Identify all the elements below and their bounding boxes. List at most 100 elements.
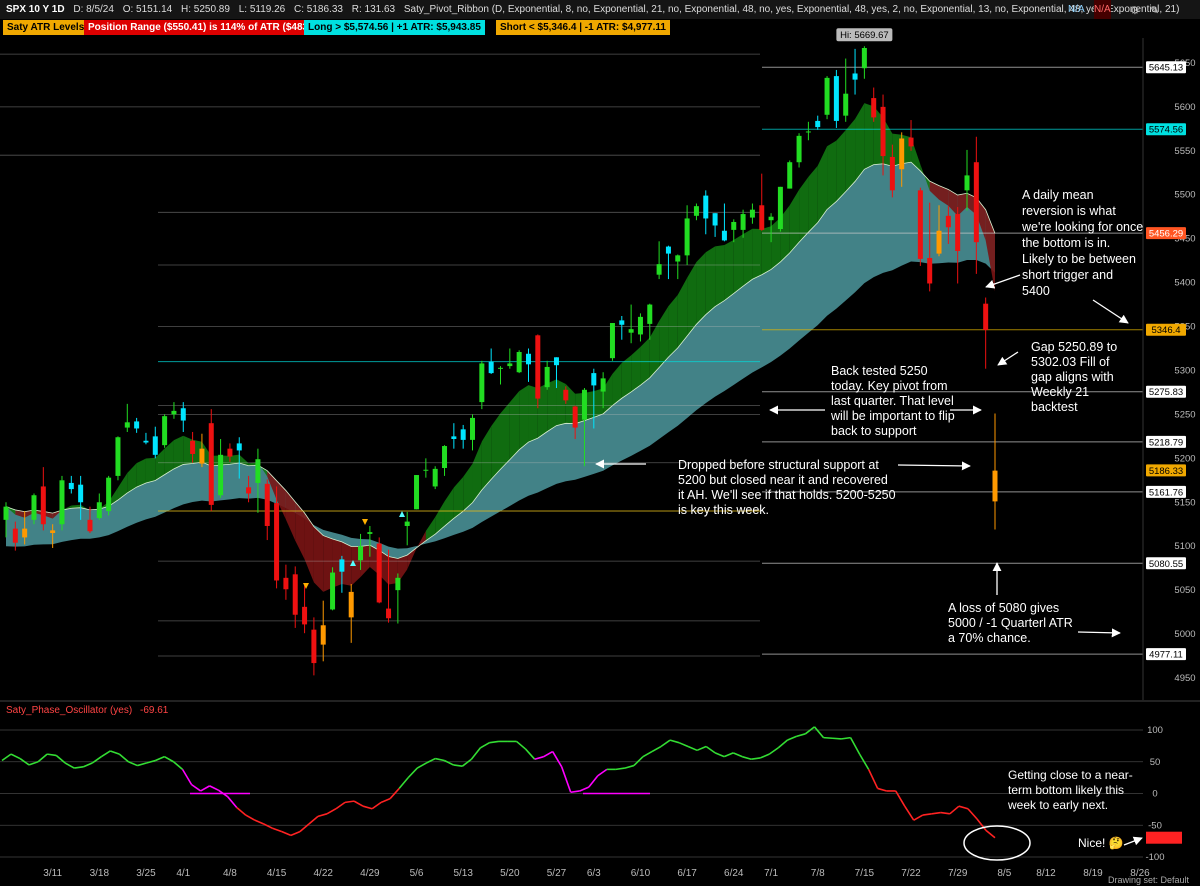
candle-body	[190, 440, 196, 454]
osc-line-segment	[904, 805, 915, 821]
arrow-support-right	[897, 461, 971, 471]
candle-body	[871, 98, 877, 118]
date-tick-label: 4/15	[267, 868, 287, 879]
ribbon-fast-segment	[696, 252, 706, 325]
signal-arrow-down-icon	[362, 519, 368, 525]
date-tick-label: 6/10	[631, 868, 651, 879]
date-tick-label: 8/5	[997, 868, 1011, 879]
candle-body	[973, 162, 979, 243]
osc-tick-label: 0	[1152, 789, 1157, 800]
ribbon-fast-segment	[556, 379, 566, 426]
osc-line-segment	[823, 736, 833, 740]
osc-line-segment	[164, 755, 174, 763]
ribbon-fast-segment	[173, 435, 184, 469]
ribbon-fast-segment	[491, 413, 501, 480]
date-tick-label: 4/22	[313, 868, 333, 879]
osc-line-segment	[687, 745, 698, 752]
arrow-to-gap-fill	[997, 351, 1019, 366]
candle-body	[330, 572, 336, 610]
candle-body	[348, 591, 354, 618]
price-level-tag-label: 5161.76	[1149, 487, 1183, 498]
loss-5080-note: A loss of 5080 gives 5000 / -1 Quarterl …	[948, 601, 1073, 645]
oscillator-title[interactable]: Saty_Phase_Oscillator (yes)	[6, 705, 132, 716]
candle-body	[805, 131, 811, 133]
osc-line-segment	[362, 805, 373, 810]
candle-body	[591, 373, 597, 386]
candle-body	[498, 367, 503, 369]
osc-line-segment	[272, 827, 283, 833]
price-level-tag-label: 5275.83	[1149, 387, 1183, 398]
osc-line-segment	[633, 756, 644, 767]
candle-body	[274, 503, 280, 581]
ribbon-fast-segment	[668, 294, 678, 358]
candle-body	[460, 429, 466, 440]
osc-line-segment	[560, 766, 572, 793]
ribbon-fast-segment	[827, 140, 837, 210]
osc-line-segment	[624, 764, 635, 769]
candle-body	[96, 502, 102, 519]
candle-body	[162, 416, 168, 446]
candle-body	[12, 528, 18, 543]
osc-line-segment	[949, 805, 960, 815]
candle-body	[609, 323, 615, 359]
candle-body	[22, 528, 28, 538]
date-tick-label: 8/12	[1036, 868, 1056, 879]
date-tick-label: 3/18	[90, 868, 110, 879]
price-tick-label: 5050	[1174, 585, 1195, 596]
price-level-tag-label: 5218.79	[1149, 437, 1183, 448]
price-level-tag-label: 5645.13	[1149, 63, 1183, 74]
ribbon-fast-segment	[724, 239, 734, 301]
osc-line-segment	[597, 768, 608, 777]
candle-body	[637, 316, 643, 335]
date-tick-label: 3/25	[136, 868, 156, 879]
candle-body	[777, 186, 783, 230]
osc-line-segment	[570, 790, 580, 794]
osc-line-segment	[940, 811, 950, 815]
date-tick-label: 7/15	[855, 868, 875, 879]
candle-body	[899, 138, 905, 170]
ribbon-fast-segment	[285, 490, 296, 541]
candle-body	[292, 574, 298, 615]
oscillator-note: Getting close to a near-term bottom like…	[1008, 768, 1133, 812]
price-tick-label: 5250	[1174, 409, 1195, 420]
price-level-tag-label: 5456.29	[1149, 229, 1183, 240]
arrow-to-short-trigger	[1092, 299, 1129, 324]
ribbon-fast-segment	[304, 512, 314, 583]
candle-body	[927, 257, 933, 284]
candle-body	[535, 335, 541, 399]
osc-line-segment	[913, 814, 924, 821]
candle-body	[246, 487, 252, 494]
candle-body	[544, 366, 550, 388]
price-chart[interactable]: 4950500050505100515052005250530053505400…	[0, 0, 1200, 886]
price-tick-label: 5600	[1174, 102, 1195, 113]
candle-body	[40, 486, 46, 525]
candle-body	[983, 303, 989, 331]
osc-line-segment	[678, 741, 689, 748]
candle-body	[833, 76, 839, 121]
osc-line-segment	[100, 750, 111, 758]
osc-line-segment	[543, 750, 554, 758]
candle-body	[3, 506, 9, 520]
date-tick-label: 5/13	[453, 868, 473, 879]
candle-body	[180, 408, 186, 421]
osc-line-segment	[155, 755, 165, 762]
candle-body	[628, 329, 634, 333]
osc-line-segment	[74, 766, 84, 769]
date-tick-label: 6/17	[677, 868, 697, 879]
date-tick-label: 6/3	[587, 868, 601, 879]
date-tick-label: 5/27	[547, 868, 567, 879]
ribbon-fast-segment	[836, 130, 846, 202]
drawing-set-label[interactable]: Drawing set: Default	[1108, 875, 1189, 885]
osc-line-segment	[37, 753, 48, 763]
candle-body	[451, 436, 457, 440]
ribbon-fast-segment	[519, 385, 529, 450]
candle-body	[59, 480, 65, 525]
date-tick-label: 5/6	[410, 868, 424, 879]
date-tick-label: 4/29	[360, 868, 380, 879]
ribbon-fast-segment	[509, 391, 520, 460]
candle-body	[945, 215, 951, 228]
osc-line-segment	[787, 735, 797, 741]
osc-line-segment	[82, 762, 93, 768]
osc-line-segment	[985, 829, 996, 839]
osc-line-segment	[335, 801, 346, 810]
